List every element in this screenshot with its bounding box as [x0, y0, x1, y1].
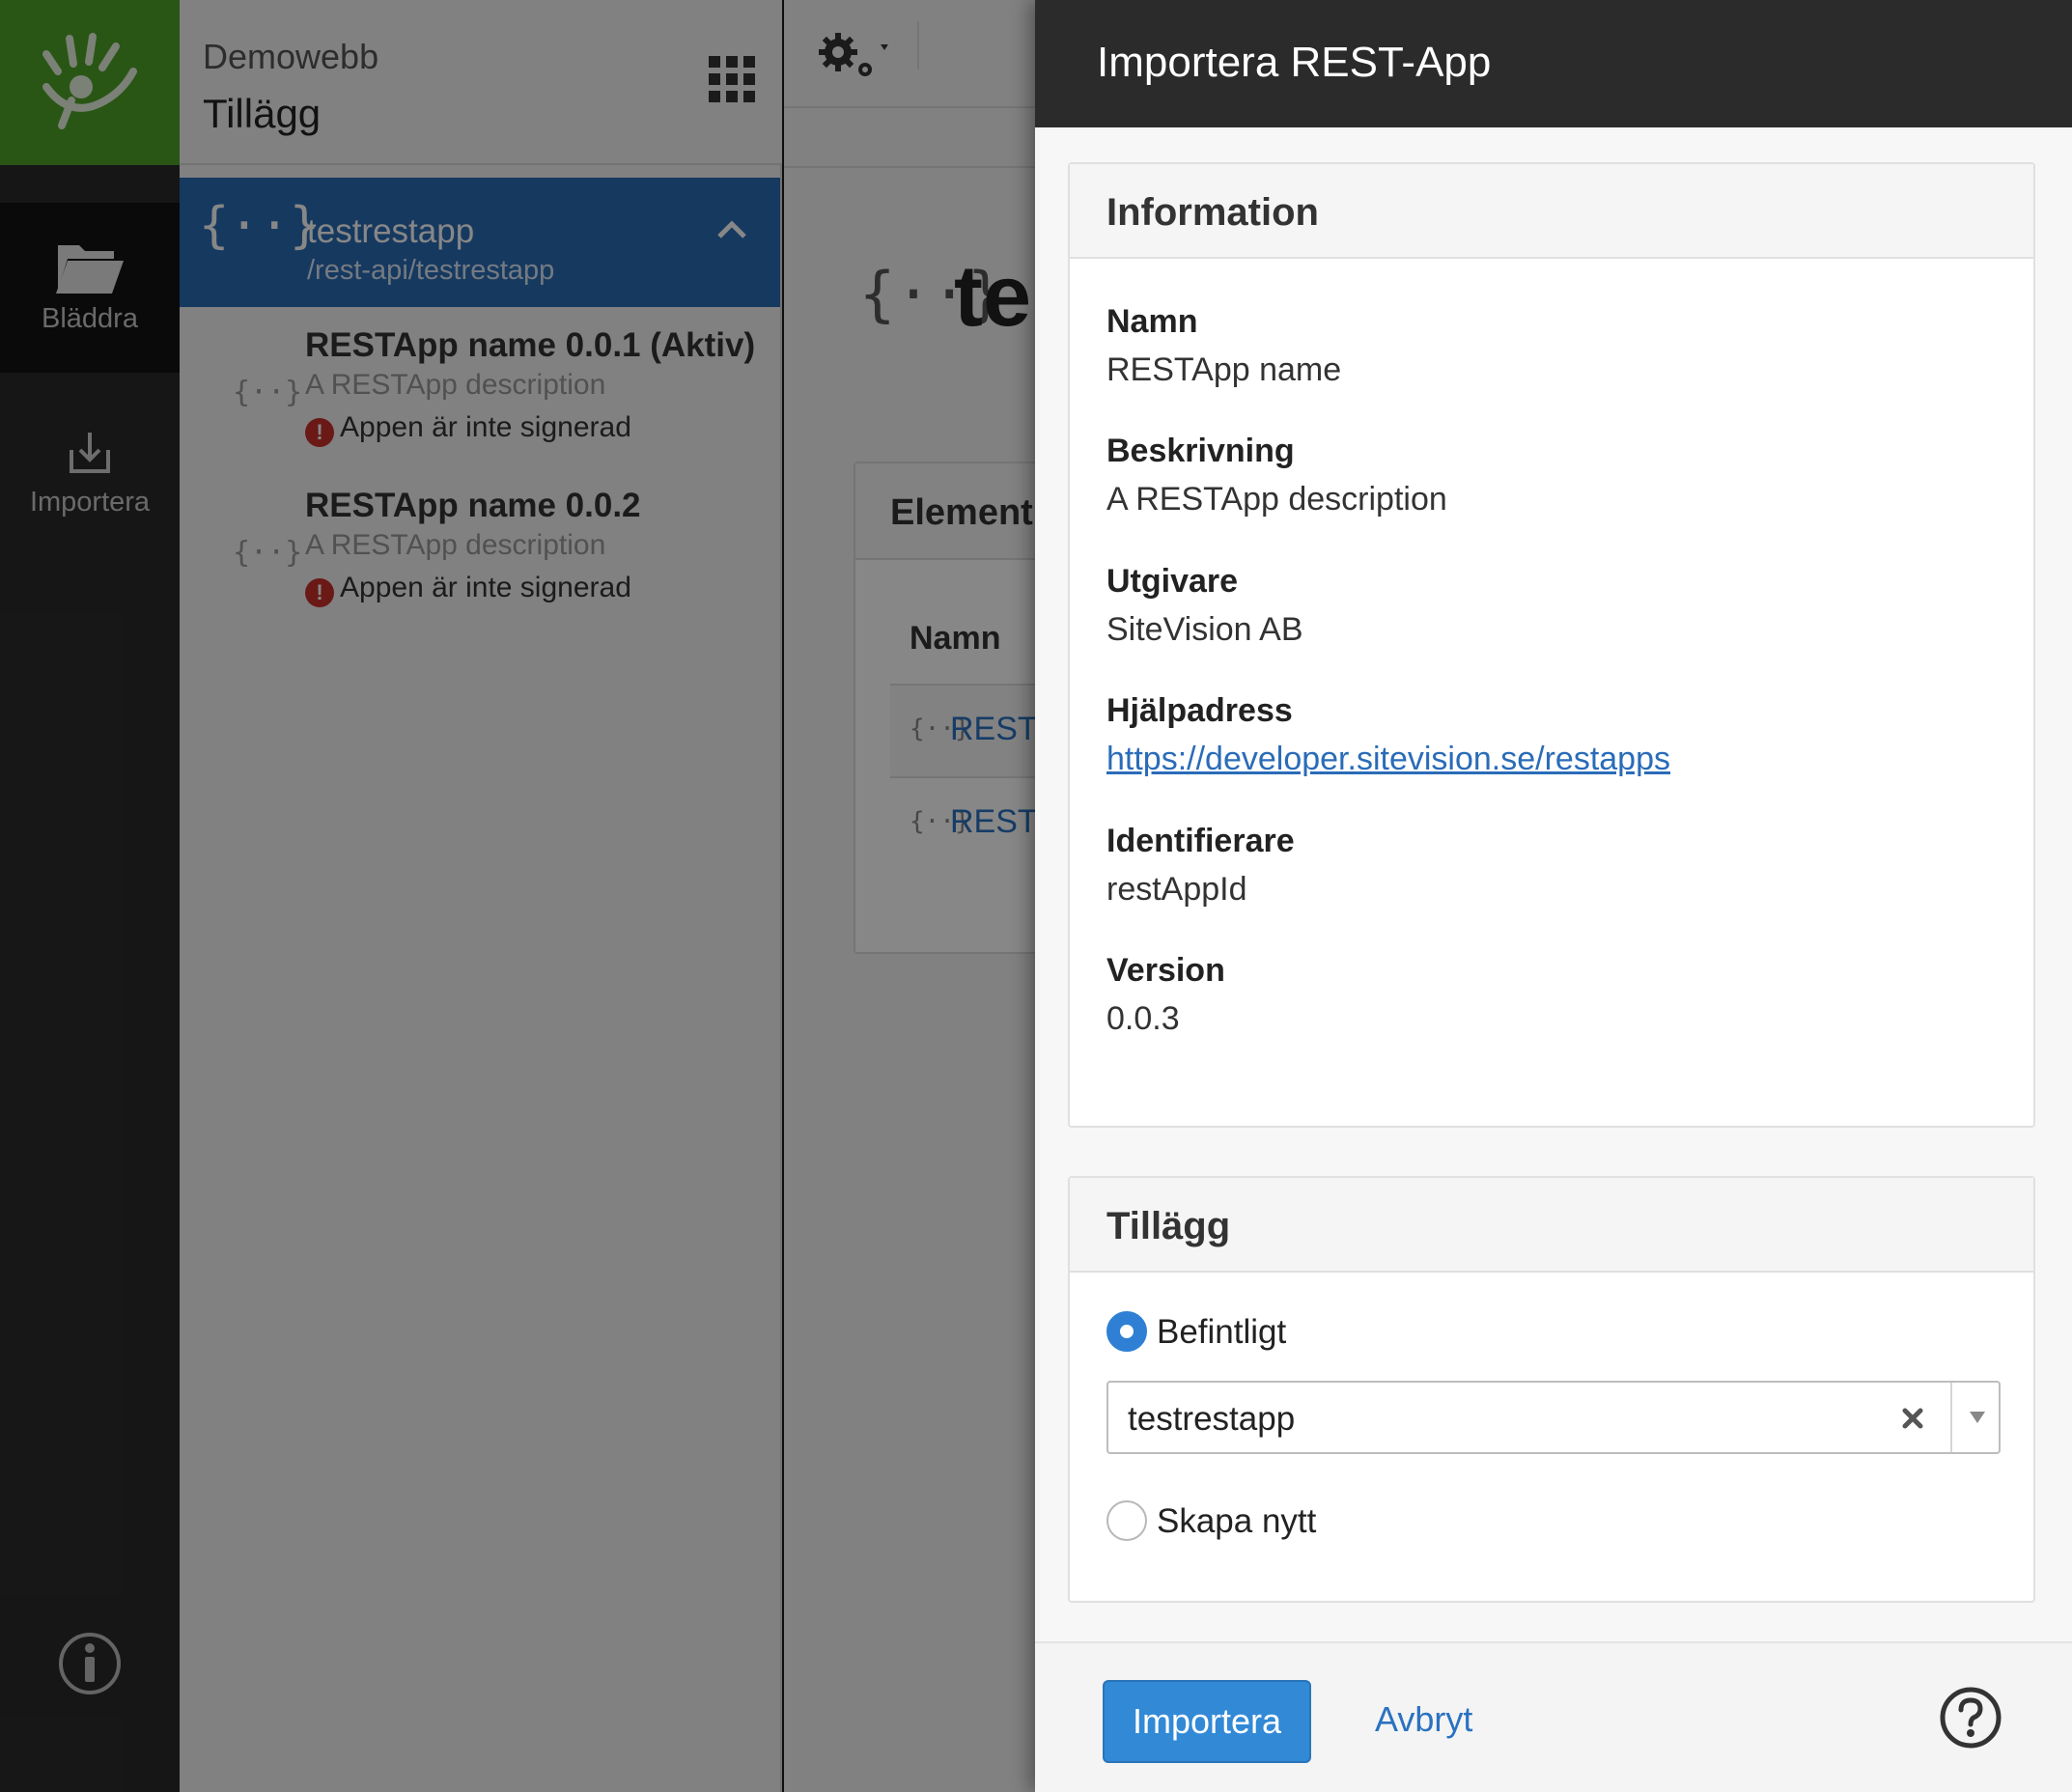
field-value-publisher: SiteVision AB [1106, 611, 1303, 648]
select-value: testrestapp [1128, 1400, 1296, 1438]
field-label-name: Namn [1106, 303, 1198, 340]
field-value-identifier: restAppId [1106, 871, 1247, 908]
panel-title: Information [1106, 191, 1319, 234]
dialog-body: Information Namn RESTApp name Beskrivnin… [1035, 127, 2072, 1641]
radio-existing-label[interactable]: Befintligt [1157, 1313, 1286, 1352]
select-divider [1950, 1383, 1952, 1452]
field-value-name: RESTApp name [1106, 351, 1342, 388]
help-icon[interactable] [1939, 1686, 2002, 1750]
addon-panel: Tillägg Befintligt testrestapp Skapa nyt… [1068, 1176, 2035, 1603]
field-label-identifier: Identifierare [1106, 823, 1295, 859]
import-rest-app-dialog: Importera REST-App Information Namn REST… [1035, 0, 2072, 1792]
import-button[interactable]: Importera [1103, 1680, 1311, 1763]
field-value-description: A RESTApp description [1106, 481, 1447, 518]
help-url-link[interactable]: https://developer.sitevision.se/restapps [1106, 741, 1670, 777]
field-label-publisher: Utgivare [1106, 563, 1239, 600]
modal-backdrop[interactable] [0, 0, 1035, 1792]
field-value-help-url: https://developer.sitevision.se/restapps [1106, 741, 1670, 778]
field-label-description: Beskrivning [1106, 433, 1295, 469]
field-value-version: 0.0.3 [1106, 1000, 1180, 1037]
dialog-title: Importera REST-App [1097, 39, 1492, 86]
panel-title: Tillägg [1106, 1205, 1231, 1247]
field-label-version: Version [1106, 952, 1225, 989]
radio-existing[interactable] [1106, 1311, 1147, 1352]
radio-create-new[interactable] [1106, 1500, 1147, 1541]
cancel-button[interactable]: Avbryt [1375, 1699, 1472, 1740]
information-panel: Information Namn RESTApp name Beskrivnin… [1068, 162, 2035, 1128]
dialog-header: Importera REST-App [1035, 0, 2072, 127]
panel-header: Information [1070, 164, 2033, 259]
addon-select[interactable]: testrestapp [1106, 1381, 2001, 1454]
caret-down-icon[interactable] [1968, 1410, 1987, 1425]
radio-create-new-label[interactable]: Skapa nytt [1157, 1502, 1316, 1541]
field-label-help-url: Hjälpadress [1106, 692, 1293, 729]
dialog-footer: Importera Avbryt [1035, 1641, 2072, 1792]
panel-header: Tillägg [1070, 1178, 2033, 1273]
clear-icon[interactable] [1898, 1402, 1927, 1433]
